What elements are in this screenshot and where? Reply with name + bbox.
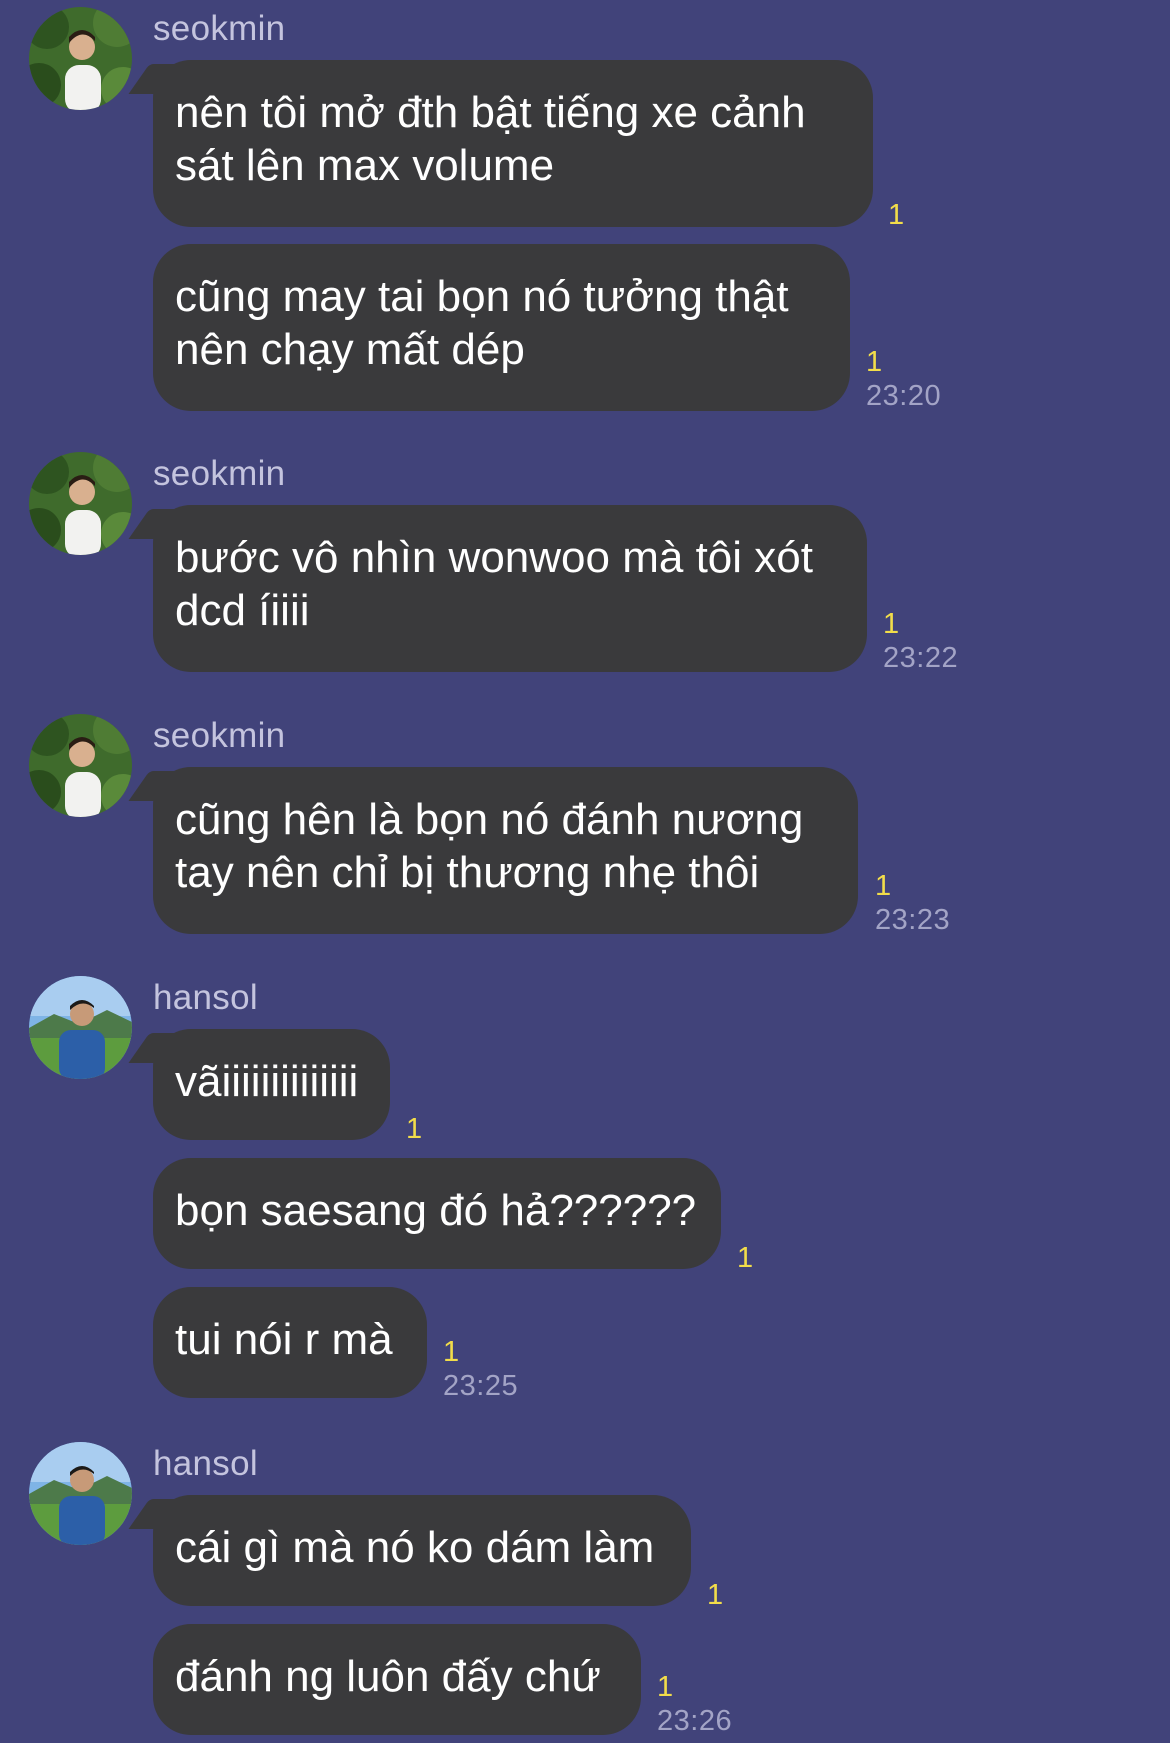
- seokmin-avatar-icon: [29, 452, 132, 555]
- message-time: 23:23: [875, 904, 951, 936]
- message-meta: 1: [737, 1241, 753, 1275]
- message-text: cái gì mà nó ko dám làm: [175, 1523, 655, 1572]
- message-bubble[interactable]: nên tôi mở đth bật tiếng xe cảnh sát lên…: [153, 60, 873, 227]
- message-meta: 1 23:23: [875, 869, 950, 937]
- message-bubble[interactable]: bước vô nhìn wonwoo mà tôi xót dcd íiiii: [153, 505, 867, 672]
- message-bubble[interactable]: đánh ng luôn đấy chứ: [153, 1624, 641, 1735]
- chat-thread[interactable]: seokmin nên tôi mở đth bật tiếng xe cảnh…: [0, 0, 1170, 1743]
- avatar-hansol[interactable]: [29, 976, 132, 1079]
- message-time: 23:20: [866, 380, 942, 412]
- message-meta: 1: [888, 198, 904, 232]
- message-text: đánh ng luôn đấy chứ: [175, 1652, 601, 1701]
- read-count: 1: [406, 1113, 423, 1145]
- hansol-avatar-icon: [29, 1442, 132, 1545]
- read-count: 1: [883, 608, 900, 640]
- avatar-seokmin[interactable]: [29, 452, 132, 555]
- read-count: 1: [866, 346, 883, 378]
- read-count: 1: [737, 1242, 754, 1274]
- read-count: 1: [875, 870, 892, 902]
- message-text: tui nói r mà: [175, 1315, 393, 1364]
- read-count: 1: [657, 1671, 674, 1703]
- message-text: bước vô nhìn wonwoo mà tôi xót dcd íiiii: [175, 533, 813, 635]
- message-meta: 1 23:25: [443, 1335, 518, 1403]
- read-count: 1: [888, 199, 905, 231]
- message-text: cũng may tai bọn nó tưởng thật nên chạy …: [175, 272, 789, 374]
- message-text: nên tôi mở đth bật tiếng xe cảnh sát lên…: [175, 88, 806, 190]
- message-text: vãiiiiiiiiiiiiii: [175, 1057, 359, 1106]
- message-meta: 1 23:26: [657, 1670, 732, 1738]
- sender-name: hansol: [153, 1444, 258, 1483]
- hansol-avatar-icon: [29, 976, 132, 1079]
- avatar-hansol[interactable]: [29, 1442, 132, 1545]
- message-meta: 1 23:20: [866, 345, 941, 413]
- message-text: cũng hên là bọn nó đánh nương tay nên ch…: [175, 795, 804, 897]
- avatar-seokmin[interactable]: [29, 7, 132, 110]
- sender-name: seokmin: [153, 454, 286, 493]
- message-text: bọn saesang đó hả??????: [175, 1186, 697, 1235]
- message-time: 23:25: [443, 1370, 519, 1402]
- message-bubble[interactable]: cũng hên là bọn nó đánh nương tay nên ch…: [153, 767, 858, 934]
- read-count: 1: [443, 1336, 460, 1368]
- message-bubble[interactable]: cái gì mà nó ko dám làm: [153, 1495, 691, 1606]
- seokmin-avatar-icon: [29, 7, 132, 110]
- message-bubble[interactable]: bọn saesang đó hả??????: [153, 1158, 721, 1269]
- read-count: 1: [707, 1579, 724, 1611]
- message-bubble[interactable]: vãiiiiiiiiiiiiii: [153, 1029, 390, 1140]
- message-bubble[interactable]: tui nói r mà: [153, 1287, 427, 1398]
- sender-name: seokmin: [153, 716, 286, 755]
- message-meta: 1: [707, 1578, 723, 1612]
- message-time: 23:26: [657, 1705, 733, 1737]
- seokmin-avatar-icon: [29, 714, 132, 817]
- sender-name: hansol: [153, 978, 258, 1017]
- message-time: 23:22: [883, 642, 959, 674]
- message-meta: 1 23:22: [883, 607, 958, 675]
- message-bubble[interactable]: cũng may tai bọn nó tưởng thật nên chạy …: [153, 244, 850, 411]
- message-meta: 1: [406, 1112, 422, 1146]
- avatar-seokmin[interactable]: [29, 714, 132, 817]
- sender-name: seokmin: [153, 9, 286, 48]
